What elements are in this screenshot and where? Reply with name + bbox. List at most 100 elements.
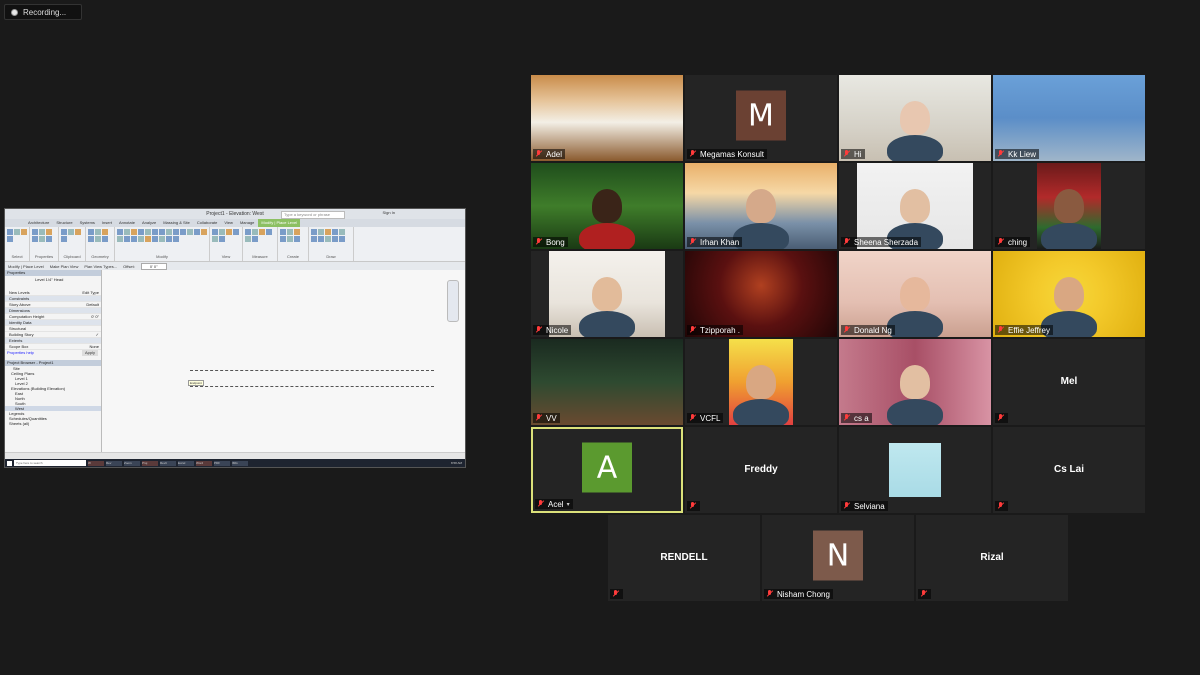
navigation-bar[interactable] <box>447 280 459 322</box>
ribbon-tool-icon[interactable] <box>102 229 108 235</box>
ribbon-tool-icon[interactable] <box>245 236 251 242</box>
revit-tab[interactable]: Annotate <box>116 219 138 227</box>
ribbon-tool-icon[interactable] <box>131 236 137 242</box>
ribbon-tool-icon[interactable] <box>166 229 172 235</box>
ribbon-tool-icon[interactable] <box>252 236 258 242</box>
ribbon-tool-icon[interactable] <box>88 229 94 235</box>
ribbon-tool-icon[interactable] <box>294 236 300 242</box>
participant-tile[interactable]: Cs Lai <box>993 427 1145 513</box>
ribbon-tool-icon[interactable] <box>325 236 331 242</box>
taskbar-app[interactable]: Revit <box>160 460 176 466</box>
shared-screen[interactable]: Project1 - Elevation: West Type a keywor… <box>4 208 466 468</box>
apply-button[interactable]: Apply <box>81 350 98 356</box>
ribbon-tool-icon[interactable] <box>325 229 331 235</box>
ribbon-tool-icon[interactable] <box>339 229 345 235</box>
ribbon-tool-icon[interactable] <box>173 229 179 235</box>
taskbar-app[interactable]: Word <box>196 460 212 466</box>
ribbon-tool-icon[interactable] <box>46 236 52 242</box>
participant-tile[interactable]: cs a <box>839 339 991 425</box>
revit-tab[interactable]: Analyze <box>139 219 159 227</box>
ribbon-tool-icon[interactable] <box>21 229 27 235</box>
ribbon-tool-icon[interactable] <box>32 236 38 242</box>
property-value[interactable]: 0' 0" <box>91 314 99 319</box>
options-bar-item[interactable]: Modify | Place Level <box>8 264 44 269</box>
participant-tile[interactable]: Selviana <box>839 427 991 513</box>
browser-item[interactable]: Sheets (all) <box>5 421 101 426</box>
participant-tile[interactable]: M Megamas Konsult <box>685 75 837 161</box>
edit-type-button[interactable]: Edit Type <box>82 290 99 295</box>
ribbon-tool-icon[interactable] <box>311 236 317 242</box>
ribbon-tool-icon[interactable] <box>102 236 108 242</box>
ribbon-tool-icon[interactable] <box>318 229 324 235</box>
revit-tab[interactable]: Architecture <box>25 219 52 227</box>
ribbon-tool-icon[interactable] <box>212 229 218 235</box>
ribbon-tool-icon[interactable] <box>138 236 144 242</box>
participant-tile[interactable]: Effie Jeffrey <box>993 251 1145 337</box>
participant-tile[interactable]: Sheena Sherzada <box>839 163 991 249</box>
level-line-2[interactable] <box>190 386 434 387</box>
taskbar-app[interactable]: IMG <box>232 460 248 466</box>
ribbon-tool-icon[interactable] <box>280 229 286 235</box>
ribbon-tool-icon[interactable] <box>159 236 165 242</box>
ribbon-tool-icon[interactable] <box>294 229 300 235</box>
ribbon-tool-icon[interactable] <box>280 236 286 242</box>
participant-tile[interactable]: Freddy <box>685 427 837 513</box>
participant-tile[interactable]: Kk Liew <box>993 75 1145 161</box>
participant-tile[interactable]: RENDELL <box>608 515 760 601</box>
participant-tile[interactable]: VCFL <box>685 339 837 425</box>
property-value[interactable]: None <box>89 344 99 349</box>
taskbar-app[interactable]: W <box>88 460 104 466</box>
ribbon-tool-icon[interactable] <box>32 229 38 235</box>
taskbar-app[interactable]: Zoom <box>124 460 140 466</box>
ribbon-tool-icon[interactable] <box>68 229 74 235</box>
ribbon-tool-icon[interactable] <box>287 236 293 242</box>
taskbar-search[interactable]: Type here to search <box>14 460 86 466</box>
ribbon-tool-icon[interactable] <box>117 229 123 235</box>
ribbon-tool-icon[interactable] <box>226 229 232 235</box>
revit-search-box[interactable]: Type a keyword or phrase <box>281 211 345 219</box>
participant-tile[interactable]: Donald Ng <box>839 251 991 337</box>
revit-tab[interactable]: Manage <box>237 219 257 227</box>
ribbon-tool-icon[interactable] <box>219 229 225 235</box>
ribbon-tool-icon[interactable] <box>152 236 158 242</box>
ribbon-tool-icon[interactable] <box>233 229 239 235</box>
ribbon-tool-icon[interactable] <box>124 229 130 235</box>
ribbon-tool-icon[interactable] <box>39 236 45 242</box>
ribbon-tool-icon[interactable] <box>14 229 20 235</box>
participant-tile[interactable]: N Nisham Chong <box>762 515 914 601</box>
participant-tile[interactable]: Nicole <box>531 251 683 337</box>
type-selector[interactable]: Level 1/4" Head <box>5 276 101 290</box>
ribbon-tool-icon[interactable] <box>159 229 165 235</box>
ribbon-tool-icon[interactable] <box>138 229 144 235</box>
ribbon-tool-icon[interactable] <box>46 229 52 235</box>
revit-drawing-canvas[interactable]: Endpoint <box>102 270 465 459</box>
ribbon-tool-icon[interactable] <box>332 229 338 235</box>
revit-tab[interactable]: View <box>221 219 236 227</box>
ribbon-tool-icon[interactable] <box>39 229 45 235</box>
ribbon-tool-icon[interactable] <box>7 229 13 235</box>
ribbon-tool-icon[interactable] <box>95 229 101 235</box>
participant-tile[interactable]: Mel <box>993 339 1145 425</box>
ribbon-tool-icon[interactable] <box>7 236 13 242</box>
participant-tile[interactable]: Adel <box>531 75 683 161</box>
taskbar-app[interactable]: Proj <box>142 460 158 466</box>
options-bar-item[interactable]: Plan View Types... <box>84 264 117 269</box>
revit-tab[interactable]: Structure <box>53 219 75 227</box>
ribbon-tool-icon[interactable] <box>124 236 130 242</box>
participant-tile[interactable]: Rizal <box>916 515 1068 601</box>
taskbar-app[interactable]: Excel <box>178 460 194 466</box>
participant-tile[interactable]: VV <box>531 339 683 425</box>
taskbar-app[interactable]: PDF <box>214 460 230 466</box>
revit-tab[interactable]: Collaborate <box>194 219 220 227</box>
property-value[interactable]: Default <box>86 302 99 307</box>
participant-tile[interactable]: Irhan Khan <box>685 163 837 249</box>
ribbon-tool-icon[interactable] <box>219 236 225 242</box>
recording-indicator[interactable]: Recording... <box>4 4 82 20</box>
ribbon-tool-icon[interactable] <box>152 229 158 235</box>
ribbon-tool-icon[interactable] <box>332 236 338 242</box>
ribbon-tool-icon[interactable] <box>145 229 151 235</box>
ribbon-tool-icon[interactable] <box>173 236 179 242</box>
ribbon-tool-icon[interactable] <box>166 236 172 242</box>
chevron-down-icon[interactable]: ▾ <box>567 501 570 508</box>
ribbon-tool-icon[interactable] <box>117 236 123 242</box>
